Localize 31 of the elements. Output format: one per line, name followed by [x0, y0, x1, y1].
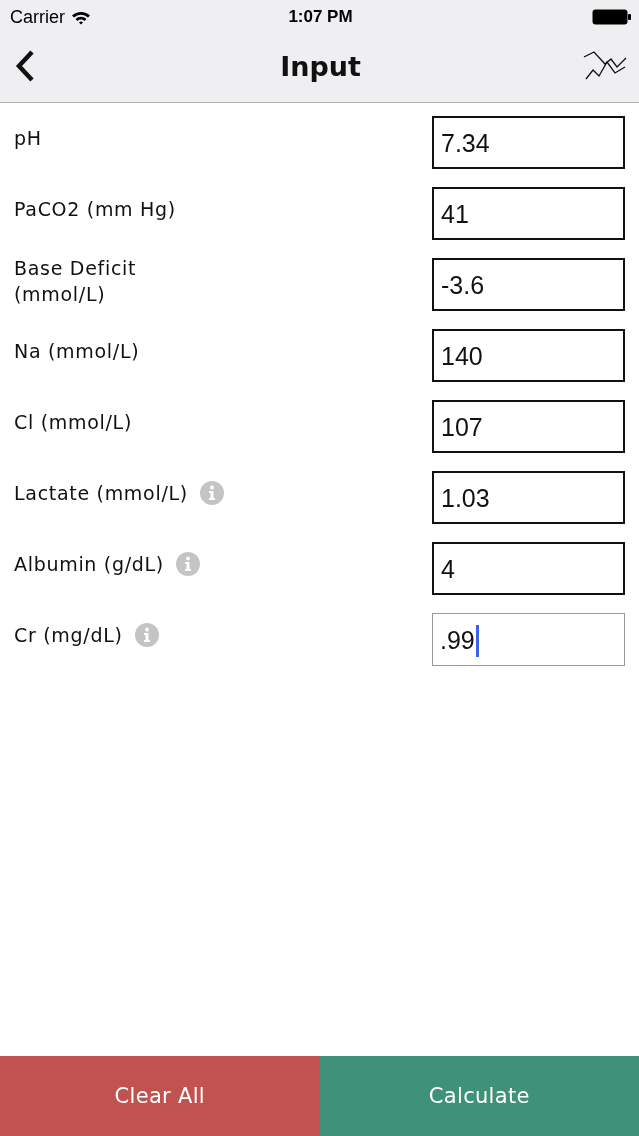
clear-all-button[interactable]: Clear All: [0, 1056, 320, 1136]
input-field[interactable]: -3.6: [432, 258, 625, 311]
input-field[interactable]: 107: [432, 400, 625, 453]
battery-icon: [592, 9, 631, 25]
back-button[interactable]: [14, 49, 36, 83]
input-field[interactable]: 1.03: [432, 471, 625, 524]
field-label: Cr (mg/dL): [14, 623, 123, 648]
input-field[interactable]: 140: [432, 329, 625, 382]
calculate-button[interactable]: Calculate: [319, 1056, 639, 1136]
input-field[interactable]: 7.34: [432, 116, 625, 169]
field-label: Cl (mmol/L): [14, 410, 133, 435]
field-label: PaCO2 (mm Hg): [14, 197, 176, 222]
info-icon[interactable]: [176, 552, 200, 576]
input-field[interactable]: 4: [432, 542, 625, 595]
field-label: Lactate (mmol/L): [14, 481, 188, 506]
page-title: Input: [280, 50, 361, 82]
input-field[interactable]: .99: [432, 613, 625, 666]
info-icon[interactable]: [134, 623, 159, 647]
carrier-label: Carrier: [10, 6, 65, 28]
info-icon[interactable]: [199, 481, 224, 505]
wifi-icon: [71, 9, 91, 25]
line-chart-icon: [583, 51, 627, 81]
back-icon: [14, 49, 36, 83]
input-field[interactable]: 41: [432, 187, 625, 240]
text-cursor: [475, 624, 479, 657]
field-label: Na (mmol/L): [14, 339, 140, 364]
field-label: Albumin (g/dL): [14, 552, 164, 577]
status-time: 1:07 PM: [288, 7, 353, 27]
field-label: pH: [14, 126, 42, 151]
chart-button[interactable]: [583, 51, 627, 81]
field-label: Base Deficit (mmol/L): [14, 256, 138, 307]
